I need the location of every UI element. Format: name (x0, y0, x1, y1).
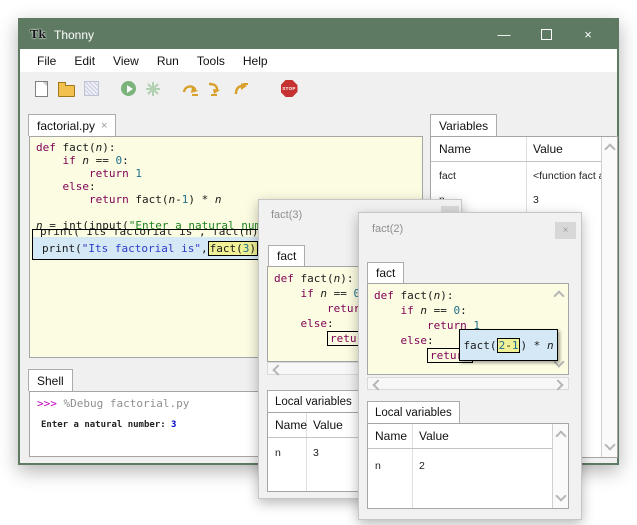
frame-window-fact2[interactable]: fact(2) × fact def fact(n): if n == 0: r… (358, 212, 582, 520)
debug-script-button[interactable] (143, 79, 163, 99)
step-over-icon (181, 81, 200, 97)
menu-view[interactable]: View (104, 54, 148, 68)
tab-variables[interactable]: Variables (430, 114, 497, 136)
locals-scrollbar[interactable] (552, 424, 568, 508)
menu-help[interactable]: Help (234, 54, 277, 68)
tab-close-icon[interactable]: × (101, 120, 107, 132)
window-title: Thonny (54, 28, 94, 42)
run-script-button[interactable] (118, 79, 138, 99)
new-file-icon (35, 81, 48, 97)
variables-tab-label: Variables (439, 119, 488, 133)
focused-expression: fact(3) (208, 241, 258, 256)
scroll-left-icon[interactable] (372, 379, 383, 390)
close-button[interactable]: × (567, 20, 609, 49)
frame-title: fact(2) (372, 223, 403, 235)
stop-sign-icon: STOP (281, 80, 298, 97)
step-into-button[interactable] (205, 79, 225, 99)
scroll-right-icon[interactable] (552, 379, 563, 390)
maximize-button[interactable] (525, 20, 567, 49)
menu-run[interactable]: Run (148, 54, 188, 68)
name-column-header: Name (439, 142, 471, 156)
debug-star-icon (145, 81, 161, 97)
editor-tab-label: factorial.py (37, 119, 95, 133)
scroll-down-icon[interactable] (604, 439, 615, 450)
variables-header: Name Value (431, 137, 617, 162)
toolbar: STOP (20, 72, 617, 105)
locals-tab[interactable]: Local variables (267, 390, 360, 412)
tab-fact[interactable]: fact (367, 262, 404, 283)
scroll-left-icon[interactable] (272, 364, 283, 375)
shell-tab-label: Shell (37, 374, 64, 388)
step-out-button[interactable] (230, 79, 250, 99)
shell-user-input: 3 (171, 420, 176, 430)
maximize-icon (541, 29, 552, 40)
focused-expression: 2-1 (497, 338, 521, 353)
minimize-button[interactable]: — (483, 20, 525, 49)
locals-header: Name Value (368, 424, 568, 449)
code-line: if n == 0: (374, 303, 568, 318)
new-file-button[interactable] (31, 79, 51, 99)
evaluation-overlay: fact(2-1) * n (459, 329, 558, 361)
code-line: def fact(n): (36, 141, 422, 154)
value-column-header: Value (533, 142, 563, 156)
screen: Tk Thonny — × File Edit View Run Tools H… (0, 0, 637, 525)
scroll-up-icon[interactable] (555, 430, 566, 441)
save-file-button[interactable] (81, 79, 101, 99)
titlebar[interactable]: Tk Thonny — × (20, 20, 617, 49)
shell-io-line: Enter a natural number: 3 (41, 420, 176, 430)
window-controls: — × (483, 20, 609, 49)
code-line: if n == 0: (36, 154, 422, 167)
menubar: File Edit View Run Tools Help (20, 49, 617, 72)
shell-prompt: >>> (37, 397, 64, 410)
step-over-button[interactable] (180, 79, 200, 99)
frame-hscrollbar[interactable] (367, 377, 569, 390)
step-out-icon (231, 81, 249, 97)
locals-table: Name Value n 2 (367, 423, 569, 509)
menu-tools[interactable]: Tools (188, 54, 234, 68)
menu-edit[interactable]: Edit (65, 54, 104, 68)
tab-shell[interactable]: Shell (28, 369, 73, 391)
shell-command: %Debug factorial.py (64, 397, 190, 410)
tab-fact[interactable]: fact (268, 245, 305, 266)
shell-command-line: >>> %Debug factorial.py (37, 397, 189, 410)
code-line: else: (36, 180, 422, 193)
menu-file[interactable]: File (28, 54, 65, 68)
frame-close-button[interactable]: × (555, 222, 576, 239)
step-into-icon (206, 81, 224, 97)
open-folder-icon (58, 85, 75, 97)
run-play-icon (121, 81, 136, 96)
scroll-up-icon[interactable] (604, 143, 615, 154)
locals-tab[interactable]: Local variables (367, 401, 460, 423)
thonny-logo-icon: Tk (30, 27, 46, 43)
stop-button[interactable]: STOP (279, 79, 299, 99)
tab-factorial-py[interactable]: factorial.py × (28, 114, 116, 136)
code-line: return 1 (36, 167, 422, 180)
scroll-down-icon[interactable] (555, 490, 566, 501)
open-file-button[interactable] (56, 79, 76, 99)
frame-title: fact(3) (271, 209, 302, 221)
code-line: def fact(n): (374, 288, 568, 303)
save-disk-icon (84, 81, 99, 96)
variables-scrollbar[interactable] (601, 137, 617, 457)
